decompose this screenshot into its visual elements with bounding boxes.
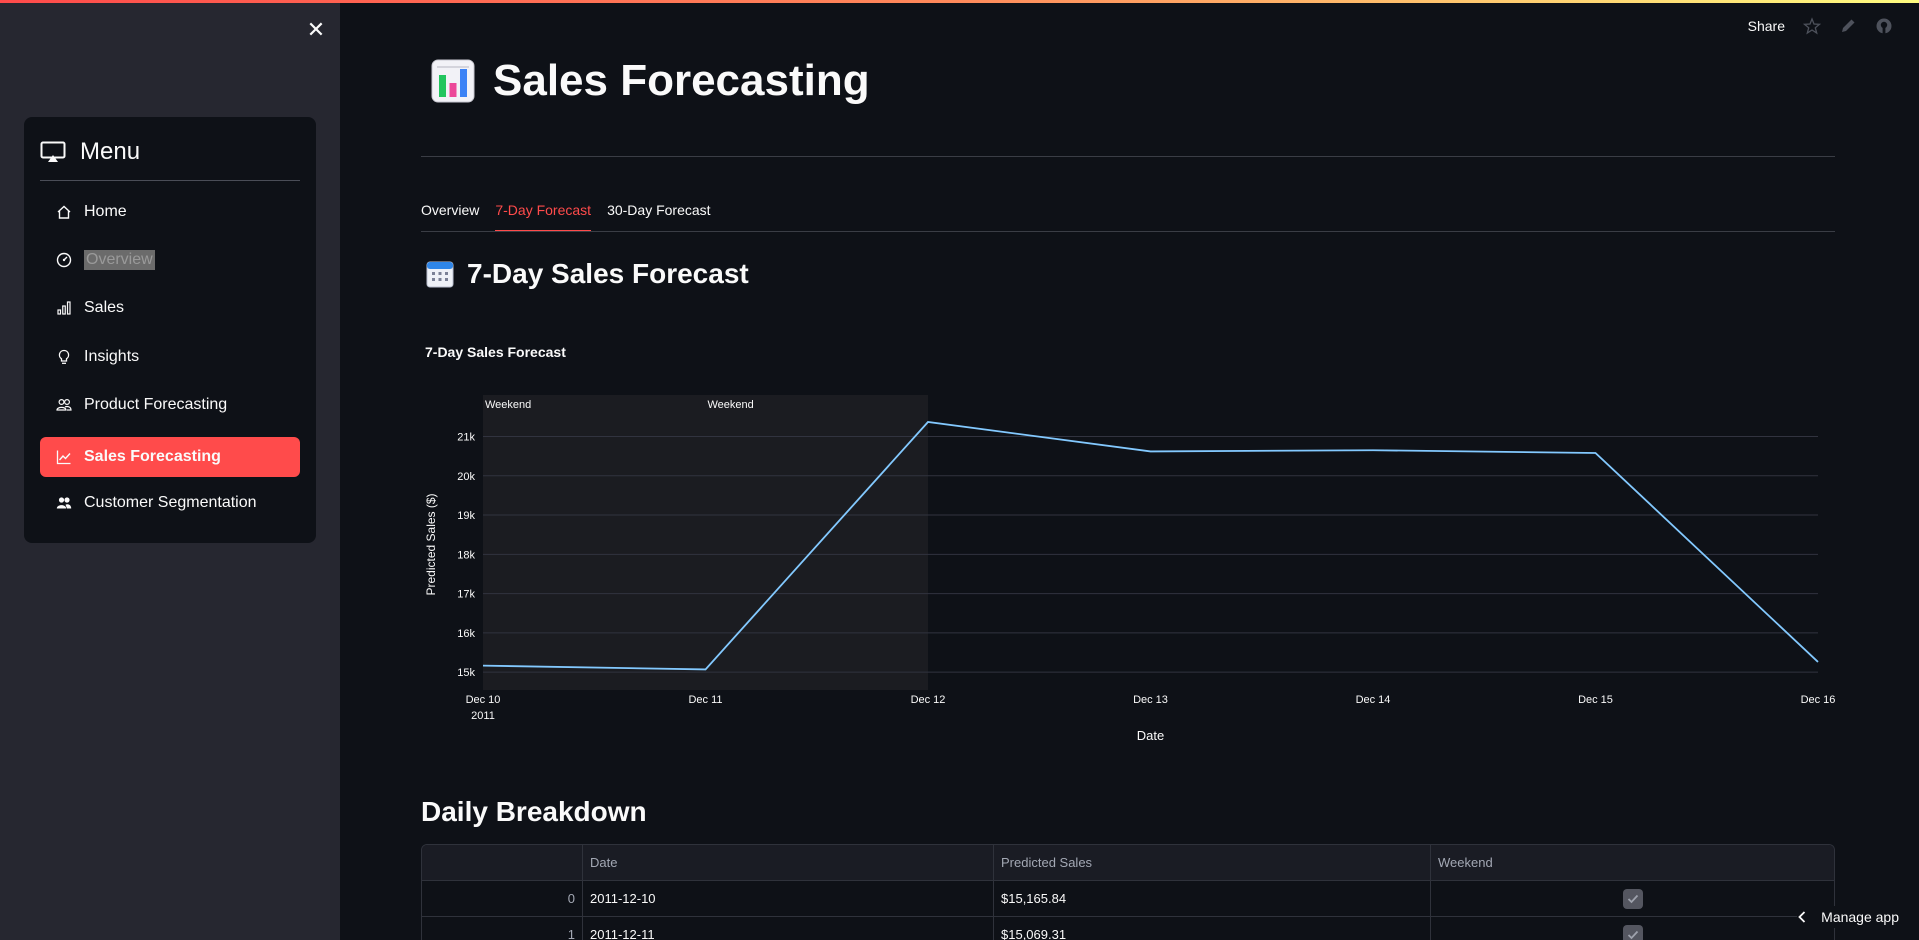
x-tick-label: Dec 10 — [466, 694, 501, 706]
sidebar-item-label: Customer Segmentation — [84, 494, 257, 511]
column-header-index — [422, 845, 583, 880]
y-tick-label: 18k — [457, 549, 475, 561]
sales-cell[interactable]: $15,165.84 — [994, 881, 1431, 916]
forecast-chart[interactable]: 7-Day Sales Forecast Weekend Weekend 15k 16k… — [421, 330, 1835, 750]
menu-divider — [40, 180, 300, 181]
house-icon — [57, 205, 71, 219]
x-axis-label: Date — [1137, 728, 1164, 743]
x-tick-label: Dec 16 — [1801, 694, 1835, 706]
y-tick-label: 20k — [457, 471, 475, 483]
column-header-predicted-sales[interactable]: Predicted Sales — [994, 845, 1431, 880]
github-icon[interactable] — [1875, 17, 1893, 35]
manage-app-label: Manage app — [1821, 909, 1899, 925]
weekend-band — [705, 395, 928, 690]
x-tick-label: Dec 12 — [911, 694, 946, 706]
chart-svg[interactable]: 7-Day Sales Forecast Weekend Weekend 15k 16k… — [421, 330, 1835, 750]
bar-chart-emoji-icon — [431, 59, 475, 103]
sidebar-item-sales-forecasting[interactable]: Sales Forecasting — [40, 437, 300, 477]
column-header-weekend[interactable]: Weekend — [1431, 845, 1834, 880]
tab-7-day-forecast[interactable]: 7-Day Forecast — [495, 196, 592, 232]
x-tick-label: Dec 13 — [1133, 694, 1168, 706]
sidebar-item-customer-segmentation[interactable]: Customer Segmentation — [40, 483, 300, 523]
manage-app-button[interactable]: Manage app — [1797, 906, 1899, 928]
tab-divider — [421, 231, 1835, 232]
row-index: 1 — [422, 917, 583, 940]
checkbox-checked-icon — [1622, 888, 1643, 909]
weekend-cell[interactable] — [1431, 881, 1834, 916]
tab-bar: Overview 7-Day Forecast 30-Day Forecast — [421, 196, 711, 232]
pencil-icon[interactable] — [1839, 17, 1857, 35]
sidebar-item-insights[interactable]: Insights — [40, 337, 300, 377]
date-cell[interactable]: 2011-12-11 — [583, 917, 994, 940]
section-title: 7-Day Sales Forecast — [467, 258, 749, 289]
page-header: Sales Forecasting — [429, 56, 870, 106]
y-tick-label: 17k — [457, 589, 475, 601]
y-tick-label: 19k — [457, 510, 475, 522]
bar-chart-icon — [57, 301, 71, 315]
cast-icon — [40, 141, 66, 162]
sidebar-item-label: Insights — [84, 348, 140, 365]
sidebar-item-label: Home — [84, 203, 127, 220]
lightbulb-icon — [58, 349, 70, 364]
date-cell[interactable]: 2011-12-10 — [583, 881, 994, 916]
sidebar-item-product-forecasting[interactable]: Product Forecasting — [40, 385, 300, 425]
table-row[interactable]: 0 2011-12-10 $15,165.84 — [422, 881, 1834, 917]
people-icon — [56, 398, 72, 411]
close-sidebar-icon[interactable]: ✕ — [303, 17, 329, 43]
sidebar-item-home[interactable]: Home — [40, 192, 300, 232]
checkbox-checked-icon — [1622, 924, 1643, 940]
speedometer-icon — [56, 252, 72, 268]
weekend-band-label: Weekend — [485, 399, 531, 411]
divider — [421, 156, 1835, 157]
sidebar-item-label: Product Forecasting — [84, 396, 228, 413]
row-index: 0 — [422, 881, 583, 916]
chevron-left-icon — [1798, 911, 1806, 923]
tab-overview[interactable]: Overview — [421, 196, 479, 230]
menu-header: Menu — [40, 137, 140, 167]
breakdown-title: Daily Breakdown — [421, 796, 647, 827]
x-tick-label: Dec 11 — [688, 694, 722, 706]
table-row[interactable]: 1 2011-12-11 $15,069.31 — [422, 917, 1834, 940]
weekend-cell[interactable] — [1431, 917, 1834, 940]
sidebar-item-label: Sales — [84, 299, 125, 316]
sidebar: ✕ Menu Home Overview Sales Insights Prod… — [0, 3, 340, 940]
breakdown-table[interactable]: Date Predicted Sales Weekend 0 2011-12-1… — [421, 844, 1835, 940]
y-tick-label: 15k — [457, 667, 475, 679]
tab-30-day-forecast[interactable]: 30-Day Forecast — [607, 196, 710, 230]
menu-card: Menu Home Overview Sales Insights Produc… — [24, 117, 316, 543]
sidebar-item-sales[interactable]: Sales — [40, 288, 300, 328]
sidebar-item-overview[interactable]: Overview — [40, 240, 300, 280]
sidebar-item-label: Sales Forecasting — [84, 448, 221, 465]
weekend-band-label: Weekend — [708, 399, 754, 411]
sales-cell[interactable]: $15,069.31 — [994, 917, 1431, 940]
y-tick-label: 21k — [457, 431, 475, 443]
weekend-band — [483, 395, 706, 690]
column-header-date[interactable]: Date — [583, 845, 994, 880]
x-tick-sublabel: 2011 — [471, 710, 495, 722]
x-tick-label: Dec 14 — [1356, 694, 1391, 706]
y-axis-label: Predicted Sales ($) — [424, 493, 438, 595]
page-title: Sales Forecasting — [493, 56, 870, 105]
menu-title: Menu — [80, 138, 141, 165]
sidebar-item-label: Overview — [84, 250, 155, 270]
x-tick-label: Dec 15 — [1578, 694, 1613, 706]
chart-title: 7-Day Sales Forecast — [425, 344, 566, 360]
table-header-row: Date Predicted Sales Weekend — [422, 845, 1834, 881]
section-header: 7-Day Sales Forecast — [425, 258, 749, 290]
people-fill-icon — [56, 497, 72, 509]
graph-up-icon — [56, 450, 71, 465]
main-content: Sales Forecasting Overview 7-Day Forecas… — [421, 0, 1835, 940]
y-tick-label: 16k — [457, 628, 475, 640]
calendar-icon — [426, 261, 454, 288]
